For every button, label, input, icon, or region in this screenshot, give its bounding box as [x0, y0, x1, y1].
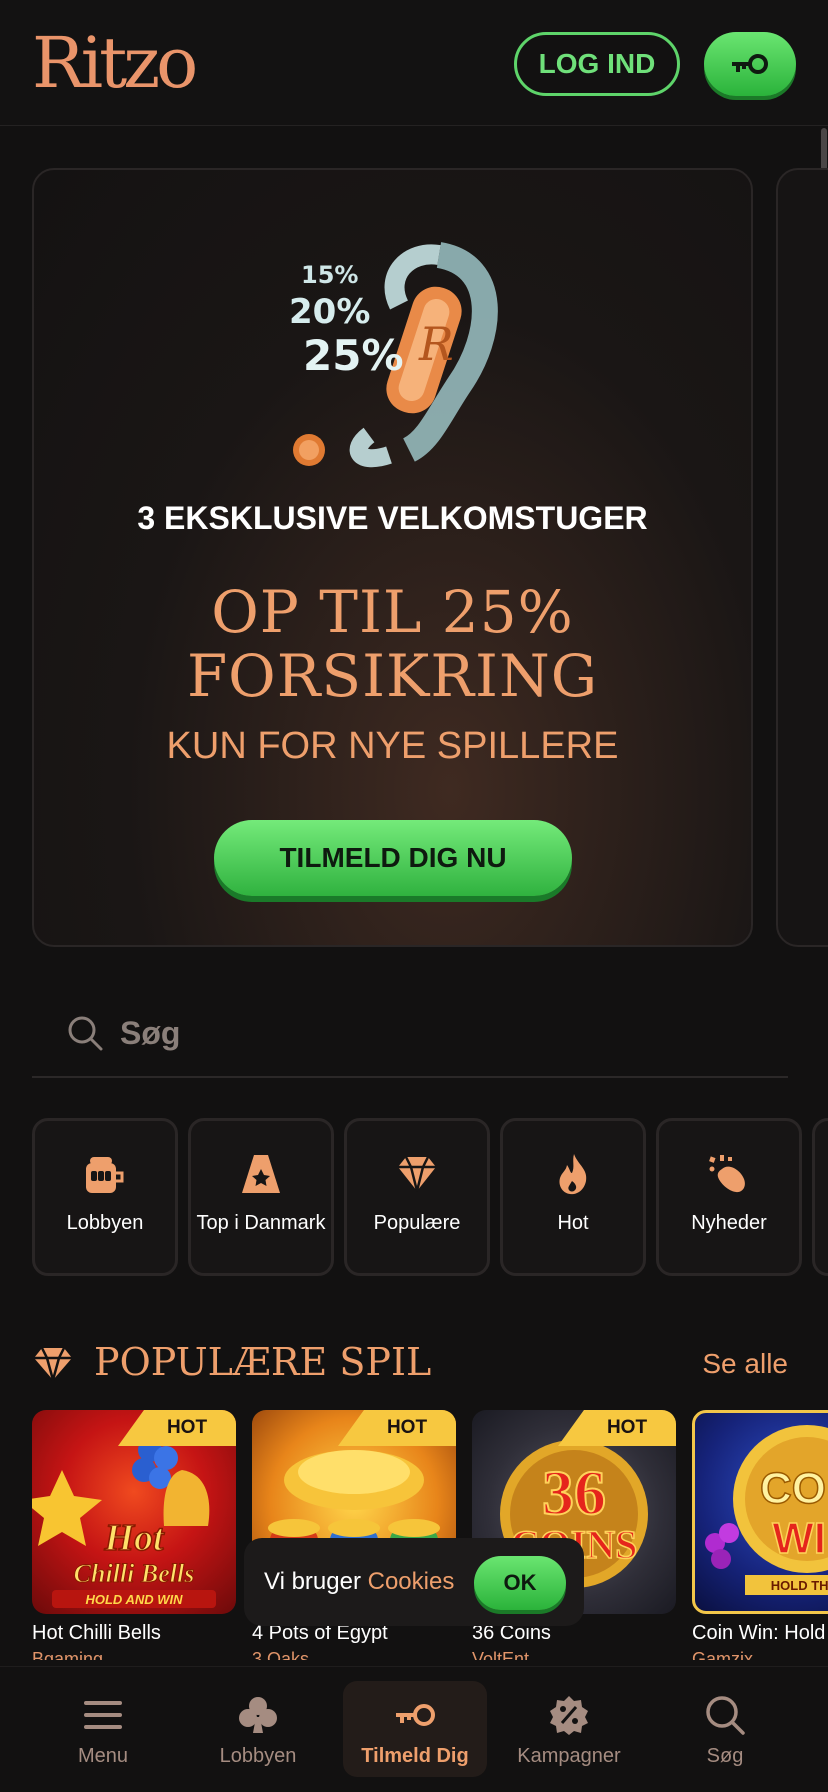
next-promo-card[interactable] — [776, 168, 828, 947]
promo-subtitle: KUN FOR NYE SPILLERE — [166, 725, 619, 767]
club-icon — [239, 1697, 277, 1733]
search-icon — [706, 1696, 745, 1735]
category-lobbyen[interactable]: Lobbyen — [32, 1118, 178, 1276]
nav-label: Menu — [77, 1745, 129, 1767]
svg-text:20%: 20% — [289, 292, 370, 332]
svg-text:Chilli Bells: Chilli Bells — [74, 1559, 195, 1588]
signup-key-button[interactable] — [704, 32, 796, 96]
diamond-icon — [34, 1347, 72, 1382]
section-title: POPULÆRE SPIL — [94, 1340, 432, 1384]
key-icon — [396, 1704, 435, 1726]
category-hot[interactable]: Hot — [500, 1118, 646, 1276]
app-header: Ritzo LOG IND — [0, 0, 828, 126]
category-nyheder[interactable]: Nyheder — [656, 1118, 802, 1276]
ritzo-logo[interactable]: Ritzo — [32, 22, 198, 104]
svg-text:36: 36 — [542, 1457, 606, 1528]
cookie-banner: Vi bruger Cookies OK — [244, 1538, 584, 1626]
svg-text:WIN: WIN — [772, 1514, 828, 1563]
popular-games-header: POPULÆRE SPIL Se alle — [32, 1340, 788, 1390]
promo-eyebrow: 3 EKSKLUSIVE VELKOMSTUGER — [137, 500, 648, 536]
promo-title-line1: OP TIL 25% — [211, 578, 574, 646]
party-popper-icon — [709, 1155, 745, 1193]
category-row: Lobbyen Top i Danmark Populære Hot Nyhed… — [32, 1118, 828, 1276]
slot-machine-icon — [86, 1157, 124, 1193]
nav-lobbyen[interactable]: Lobbyen — [188, 1681, 328, 1777]
svg-text:HOLD AND WIN: HOLD AND WIN — [85, 1592, 183, 1607]
nav-menu[interactable]: Menu — [33, 1681, 173, 1777]
cookies-link[interactable]: Cookies — [368, 1568, 455, 1595]
nav-label: Tilmeld Dig — [361, 1745, 469, 1767]
category-populaere[interactable]: Populære — [344, 1118, 490, 1276]
key-icon — [732, 54, 768, 74]
category-next[interactable] — [812, 1118, 828, 1276]
category-top-i-danmark[interactable]: Top i Danmark — [188, 1118, 334, 1276]
hamburger-icon — [84, 1701, 122, 1729]
game-card[interactable]: Hot Chilli Bells HOLD AND WIN HOT Hot Ch… — [32, 1410, 236, 1660]
svg-text:Hot: Hot — [103, 1517, 165, 1559]
search-input[interactable] — [120, 1014, 720, 1052]
signup-now-button[interactable]: TILMELD DIG NU — [214, 820, 572, 896]
game-title: Hot Chilli Bells — [32, 1622, 161, 1644]
search-icon — [68, 1016, 103, 1051]
promo-title: OP TIL 25% FORSIKRING — [34, 580, 751, 708]
diamond-icon — [398, 1156, 436, 1192]
bottom-navigation: Menu Lobbyen Tilmeld Dig Kampagner Søg — [0, 1666, 828, 1792]
star-trophy-icon — [242, 1155, 280, 1193]
game-provider: 3 Oaks — [252, 1649, 310, 1660]
nav-soeg[interactable]: Søg — [655, 1681, 795, 1777]
see-all-link[interactable]: Se alle — [702, 1348, 788, 1380]
svg-text:R: R — [418, 317, 454, 371]
coin-win-art: COIN WIN HOLD THE SPIN — [705, 1425, 828, 1595]
game-card[interactable]: COIN WIN HOLD THE SPIN Coin Win: Hold Ga… — [692, 1410, 828, 1660]
game-provider: Gamzix — [692, 1649, 754, 1660]
category-label: Lobbyen — [66, 1212, 144, 1234]
promo-title-line2: FORSIKRING — [186, 642, 599, 710]
insurance-promo-art: R 15% 20% 25% — [289, 242, 498, 468]
flame-icon — [559, 1154, 587, 1195]
game-provider: Bgaming — [32, 1649, 104, 1660]
nav-kampagner[interactable]: Kampagner — [499, 1681, 639, 1777]
category-label: Top i Danmark — [196, 1212, 326, 1234]
game-title: Coin Win: Hold — [692, 1622, 826, 1644]
game-thumbnail[interactable]: Hot Chilli Bells HOLD AND WIN HOT — [32, 1410, 236, 1614]
cookie-text: Vi bruger Cookies — [264, 1568, 455, 1595]
game-provider: VoltEnt — [472, 1649, 530, 1660]
cookie-ok-button[interactable]: OK — [474, 1556, 566, 1610]
promo-banner[interactable]: R 15% 20% 25% 3 EKSKLUSIVE VELKOMSTUGER … — [32, 168, 753, 947]
nav-label: Kampagner — [517, 1745, 621, 1767]
category-label: Hot — [557, 1212, 589, 1234]
nav-label: Lobbyen — [219, 1745, 297, 1767]
category-label: Populære — [373, 1212, 461, 1234]
category-label: Nyheder — [691, 1212, 767, 1234]
game-thumbnail[interactable]: COIN WIN HOLD THE SPIN — [692, 1410, 828, 1614]
nav-tilmeld-dig[interactable]: Tilmeld Dig — [343, 1681, 487, 1777]
svg-text:25%: 25% — [303, 331, 404, 380]
svg-text:15%: 15% — [301, 261, 358, 289]
svg-text:HOLD THE SPIN: HOLD THE SPIN — [771, 1578, 828, 1593]
percent-badge-icon — [550, 1696, 588, 1735]
search-bar[interactable] — [32, 990, 788, 1078]
svg-text:COIN: COIN — [760, 1464, 828, 1513]
login-button[interactable]: LOG IND — [514, 32, 680, 96]
nav-label: Søg — [706, 1745, 744, 1767]
